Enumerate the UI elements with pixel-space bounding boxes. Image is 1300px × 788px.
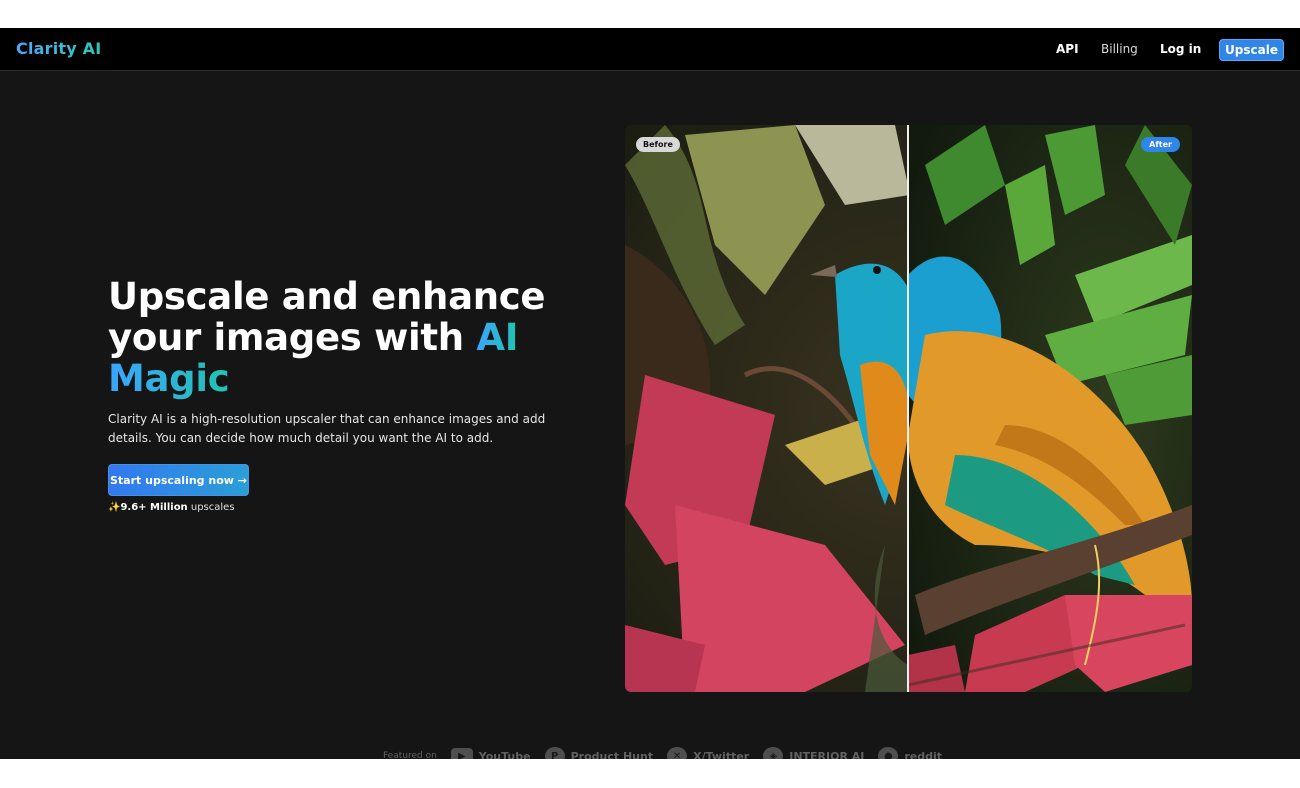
featured-interior-ai[interactable]: ◈ INTERIOR AI [763,747,864,759]
reddit-icon: ● [878,747,899,759]
featured-reddit-label: reddit [904,749,943,760]
trademark-mark: TM [101,37,116,46]
stats-suffix: upscales [187,502,235,513]
upscale-button[interactable]: Upscale [1219,39,1284,61]
youtube-icon: ▶ [450,748,473,759]
before-badge: Before [636,137,680,152]
after-image [908,125,1192,692]
brand-logo[interactable]: Clarity AITM [16,39,115,58]
featured-on-bar: Featured on ▶ YouTube P Product Hunt ✕ X… [383,746,942,759]
featured-youtube[interactable]: ▶ YouTube [450,748,531,760]
featured-product-hunt-label: Product Hunt [570,749,654,760]
comparison-slider-handle[interactable] [907,125,909,692]
featured-interior-ai-label: INTERIOR AI [789,749,865,760]
start-upscaling-button[interactable]: Start upscaling now → [108,464,249,496]
after-badge: After [1141,137,1180,152]
hero-title-line2: your images with [108,316,477,359]
sparkle-icon: ✨ [108,502,121,513]
nav-link-api[interactable]: API [1056,42,1079,56]
hero-description: Clarity AI is a high-resolution upscaler… [108,412,546,445]
featured-reddit[interactable]: ● reddit [878,747,942,759]
hero-title-line1: Upscale and enhance [108,275,546,318]
hero-title: Upscale and enhance your images with AI … [108,276,588,399]
featured-label: Featured on [383,751,437,759]
hero-title-accent-magic: Magic [108,357,230,400]
featured-x-twitter-label: X/Twitter [693,749,750,760]
hero-title-accent: AI [476,316,519,359]
top-navbar: Clarity AITM API Billing Log in Upscale [0,28,1300,71]
stats-value: 9.6+ Million [120,502,188,513]
featured-x-twitter[interactable]: ✕ X/Twitter [667,747,749,759]
featured-youtube-label: YouTube [478,749,531,760]
upscale-stats: ✨9.6+ Million upscales [108,502,235,513]
interior-ai-icon: ◈ [763,747,784,759]
nav-link-billing[interactable]: Billing [1101,42,1138,56]
page-viewport: Clarity AITM API Billing Log in Upscale … [0,28,1300,759]
before-after-comparison[interactable]: Before After [625,125,1192,692]
featured-product-hunt[interactable]: P Product Hunt [544,747,654,760]
product-hunt-icon: P [544,747,565,759]
brand-name: Clarity AI [16,39,102,58]
x-twitter-icon: ✕ [667,747,688,759]
nav-link-login[interactable]: Log in [1160,42,1201,56]
before-image [625,125,908,692]
